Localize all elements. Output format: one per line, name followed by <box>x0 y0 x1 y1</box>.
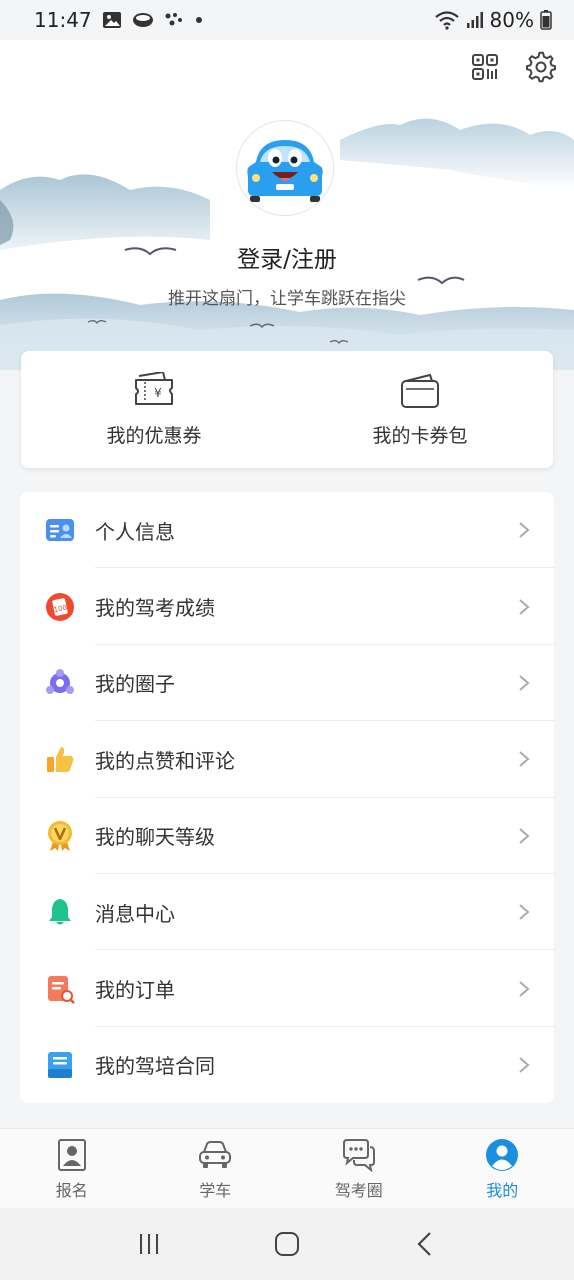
menu-label: 我的驾考成绩 <box>95 596 215 621</box>
cloud-notification-icon <box>132 11 154 29</box>
contract-icon <box>44 1049 76 1081</box>
wifi-icon <box>434 10 460 30</box>
chevron-right-icon <box>519 598 530 615</box>
chat-bubbles-icon <box>341 1137 377 1173</box>
thumbs-up-icon <box>44 743 76 775</box>
chevron-right-icon <box>519 522 530 538</box>
battery-percent: 80% <box>489 8 534 32</box>
menu-label: 我的驾培合同 <box>95 1054 215 1079</box>
signal-icon <box>466 11 484 29</box>
qr-code-icon <box>472 54 498 80</box>
enroll-icon <box>54 1137 90 1173</box>
menu-label: 我的订单 <box>95 978 175 1003</box>
more-notifications-icon <box>194 15 204 25</box>
chevron-right-icon <box>519 980 530 997</box>
chevron-right-icon <box>519 827 530 844</box>
nav-label: 驾考圈 <box>334 1180 383 1200</box>
car-mascot-icon <box>247 140 323 202</box>
nav-label: 我的 <box>486 1180 519 1200</box>
profile-page: 11:47 80% 登录/注册 推开这扇门，让学车跳跃在指尖 ¥ 我的优惠券 我… <box>0 0 574 1280</box>
bell-icon <box>44 896 76 928</box>
menu-item-likes-comments[interactable]: 我的点赞和评论 <box>20 721 554 798</box>
chevron-right-icon <box>519 904 530 920</box>
menu-label: 我的聊天等级 <box>95 825 215 850</box>
status-bar: 11:47 80% <box>0 0 574 40</box>
my-coupons-button[interactable]: ¥ 我的优惠券 <box>21 351 287 468</box>
bottom-navigation: 报名 学车 驾考圈 我的 <box>0 1128 574 1208</box>
qr-code-button[interactable] <box>468 50 502 84</box>
wallet-icon <box>398 371 442 411</box>
home-button[interactable] <box>267 1224 307 1264</box>
status-time: 11:47 <box>34 8 92 32</box>
menu-label: 个人信息 <box>95 519 175 544</box>
menu-label: 我的圈子 <box>95 672 175 697</box>
wallet-card: ¥ 我的优惠券 我的卡券包 <box>21 351 553 468</box>
menu-item-training-contract[interactable]: 我的驾培合同 <box>20 1027 554 1103</box>
gear-icon <box>526 51 556 83</box>
nav-tab-exam-circle[interactable]: 驾考圈 <box>287 1129 431 1208</box>
back-button[interactable] <box>405 1224 445 1264</box>
nav-tab-enroll[interactable]: 报名 <box>0 1129 144 1208</box>
dots-notification-icon <box>164 11 184 29</box>
battery-icon <box>540 10 552 30</box>
menu-item-exam-scores[interactable]: 100 我的驾考成绩 <box>20 568 554 645</box>
back-icon <box>417 1232 431 1256</box>
my-coupons-label: 我的优惠券 <box>106 425 202 447</box>
menu-item-chat-level[interactable]: 我的聊天等级 <box>20 798 554 874</box>
login-register-link[interactable]: 登录/注册 <box>0 240 574 274</box>
nav-label: 学车 <box>199 1180 232 1200</box>
settings-button[interactable] <box>524 50 558 84</box>
chevron-right-icon <box>519 675 530 691</box>
avatar[interactable] <box>236 120 334 216</box>
circle-group-icon <box>44 667 76 699</box>
profile-header: 登录/注册 推开这扇门，让学车跳跃在指尖 <box>0 40 574 370</box>
menu-item-my-orders[interactable]: 我的订单 <box>20 950 554 1027</box>
menu-item-message-center[interactable]: 消息中心 <box>20 874 554 951</box>
nav-tab-mine[interactable]: 我的 <box>431 1129 574 1208</box>
nav-tab-learn-driving[interactable]: 学车 <box>144 1129 288 1208</box>
chevron-right-icon <box>519 1057 530 1073</box>
profile-menu: 个人信息 100 我的驾考成绩 我的圈子 我的点赞和评论 我的聊天等级 消息中心… <box>20 492 554 1103</box>
order-icon <box>44 973 76 1005</box>
menu-label: 我的点赞和评论 <box>95 748 235 773</box>
exam-score-icon: 100 <box>44 591 76 623</box>
nav-label: 报名 <box>55 1180 88 1200</box>
card-wallet-button[interactable]: 我的卡券包 <box>287 351 553 468</box>
menu-item-my-circles[interactable]: 我的圈子 <box>20 645 554 722</box>
slogan-text: 推开这扇门，让学车跳跃在指尖 <box>168 289 406 309</box>
user-icon <box>484 1137 520 1173</box>
svg-text:¥: ¥ <box>154 386 162 400</box>
system-navigation-bar <box>0 1208 574 1280</box>
vip-medal-icon <box>44 820 76 852</box>
menu-label: 消息中心 <box>95 901 175 926</box>
id-card-icon <box>44 514 76 546</box>
recent-apps-button[interactable] <box>129 1224 169 1264</box>
recent-apps-icon <box>140 1234 158 1254</box>
home-icon <box>275 1232 299 1256</box>
card-wallet-label: 我的卡券包 <box>372 425 468 447</box>
gallery-notification-icon <box>102 11 122 29</box>
menu-item-personal-info[interactable]: 个人信息 <box>20 492 554 569</box>
chevron-right-icon <box>519 751 530 768</box>
car-icon <box>197 1137 233 1173</box>
header-tools <box>468 50 558 84</box>
coupon-icon: ¥ <box>132 371 176 411</box>
